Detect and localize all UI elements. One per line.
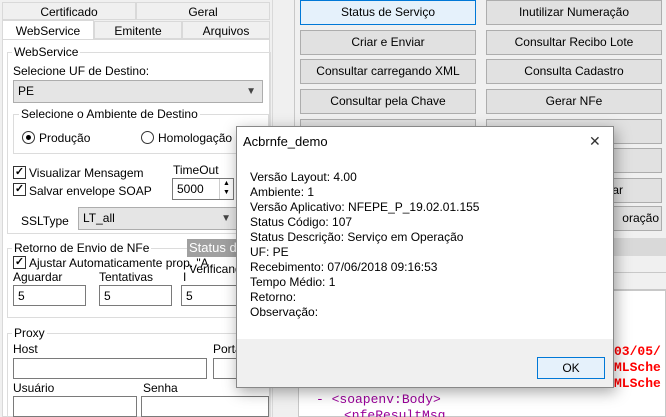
left-panel: Certificado Geral WebService Emitente Ar… bbox=[0, 0, 272, 417]
visualizar-checkbox[interactable]: ✓ bbox=[13, 166, 26, 179]
senha-label: Senha bbox=[143, 381, 178, 395]
xml-soap-body: - <soapenv:Body> bbox=[316, 392, 441, 407]
dialog-line-observacao: Observação: bbox=[250, 305, 319, 319]
homologacao-radio[interactable] bbox=[141, 131, 154, 144]
xml-fragment-mlsche-2: MLSche bbox=[614, 376, 661, 391]
consultar-chave-button[interactable]: Consultar pela Chave bbox=[300, 89, 476, 114]
ssltype-label: SSLType bbox=[21, 214, 69, 228]
intervalo-label: I bbox=[183, 270, 187, 284]
tab-emitente[interactable]: Emitente bbox=[94, 21, 182, 39]
dialog-line-aplicativo: Versão Aplicativo: NFEPE_P_19.02.01.155 bbox=[250, 200, 480, 214]
intervalo-value: 5 bbox=[186, 289, 193, 303]
spin-arrows-icon[interactable]: ▲ ▼ bbox=[219, 179, 233, 199]
tab-certificado[interactable]: Certificado bbox=[2, 2, 136, 20]
message-dialog: Acbrnfe_demo ✕ Versão Layout: 4.00 Ambie… bbox=[236, 126, 614, 388]
xml-fragment-date: 03/05/ bbox=[614, 344, 661, 359]
chevron-down-icon: ▼ bbox=[221, 213, 231, 224]
dialog-line-uf: UF: PE bbox=[250, 245, 289, 259]
visualizar-label: Visualizar Mensagem bbox=[29, 166, 144, 180]
ok-button[interactable]: OK bbox=[537, 357, 605, 379]
timeout-value: 5000 bbox=[177, 182, 204, 196]
tab-arquivos[interactable]: Arquivos bbox=[182, 21, 270, 39]
uf-select[interactable]: PE ▼ bbox=[13, 80, 263, 103]
aguardar-input[interactable]: 5 bbox=[13, 285, 86, 306]
ssltype-select[interactable]: LT_all ▼ bbox=[78, 207, 238, 230]
salvar-checkbox[interactable]: ✓ bbox=[13, 183, 26, 196]
ssltype-select-value: LT_all bbox=[83, 211, 115, 225]
consultar-recibo-button[interactable]: Consultar Recibo Lote bbox=[486, 30, 662, 55]
close-icon[interactable]: ✕ bbox=[589, 133, 601, 150]
tentativas-value: 5 bbox=[104, 289, 111, 303]
usuario-label: Usuário bbox=[13, 381, 55, 395]
gerar-nfe-button[interactable]: Gerar NFe bbox=[486, 89, 662, 114]
proxy-group-title: Proxy bbox=[12, 326, 47, 340]
usuario-input[interactable] bbox=[13, 396, 137, 417]
consultar-xml-button[interactable]: Consultar carregando XML bbox=[300, 59, 476, 84]
xml-nfe-result: <nfeResultMsg bbox=[344, 408, 446, 417]
dialog-line-retorno: Retorno: bbox=[250, 290, 297, 304]
tab-page: WebService Selecione UF de Destino: PE ▼… bbox=[2, 39, 271, 417]
tab-geral[interactable]: Geral bbox=[136, 2, 270, 20]
dialog-line-descricao: Status Descrição: Serviço em Operação bbox=[250, 230, 464, 244]
chevron-down-icon: ▼ bbox=[246, 86, 256, 97]
consulta-cadastro-button[interactable]: Consulta Cadastro bbox=[486, 59, 662, 84]
producao-label: Produção bbox=[39, 131, 91, 145]
tentativas-label: Tentativas bbox=[99, 270, 154, 284]
tentativas-input[interactable]: 5 bbox=[99, 285, 172, 306]
ajustar-checkbox[interactable]: ✓ bbox=[13, 256, 26, 269]
timeout-label: TimeOut bbox=[173, 163, 219, 177]
producao-radio[interactable] bbox=[22, 131, 35, 144]
salvar-label: Salvar envelope SOAP bbox=[29, 184, 152, 198]
dialog-line-recebimento: Recebimento: 07/06/2018 09:16:53 bbox=[250, 260, 438, 274]
dialog-line-ambiente: Ambiente: 1 bbox=[250, 185, 315, 199]
aguardar-label: Aguardar bbox=[13, 270, 63, 284]
tab-webservice[interactable]: WebService bbox=[2, 20, 94, 41]
radio-dot-icon bbox=[26, 135, 31, 140]
status-servico-button[interactable]: Status de Serviço bbox=[300, 0, 476, 25]
criar-enviar-button[interactable]: Criar e Enviar bbox=[300, 30, 476, 55]
dialog-title: Acbrnfe_demo bbox=[243, 134, 328, 149]
host-label: Host bbox=[13, 342, 38, 356]
retorno-group-title: Retorno de Envio de NFe bbox=[12, 241, 152, 255]
uf-label: Selecione UF de Destino: bbox=[13, 64, 150, 78]
dialog-line-codigo: Status Código: 107 bbox=[250, 215, 353, 229]
aguardar-value: 5 bbox=[18, 289, 25, 303]
homologacao-label: Homologação bbox=[158, 131, 233, 145]
ajustar-label: Ajustar Automaticamente prop. "A bbox=[29, 256, 209, 270]
inutilizar-button[interactable]: Inutilizar Numeração bbox=[486, 0, 662, 25]
dialog-title-bar[interactable]: Acbrnfe_demo ✕ bbox=[237, 127, 613, 157]
webservice-group-title: WebService bbox=[12, 45, 81, 59]
dialog-line-tempo: Tempo Médio: 1 bbox=[250, 275, 336, 289]
dialog-line-layout: Versão Layout: 4.00 bbox=[250, 170, 357, 184]
host-input[interactable] bbox=[13, 358, 207, 379]
timeout-spin[interactable]: 5000 ▲ ▼ bbox=[172, 178, 234, 200]
uf-select-value: PE bbox=[18, 84, 35, 98]
partial-oracao-label: oração bbox=[622, 211, 659, 225]
ambiente-group-title: Selecione o Ambiente de Destino bbox=[19, 107, 200, 121]
senha-input[interactable] bbox=[141, 396, 269, 417]
xml-fragment-mlsche-1: MLSche bbox=[614, 360, 661, 375]
